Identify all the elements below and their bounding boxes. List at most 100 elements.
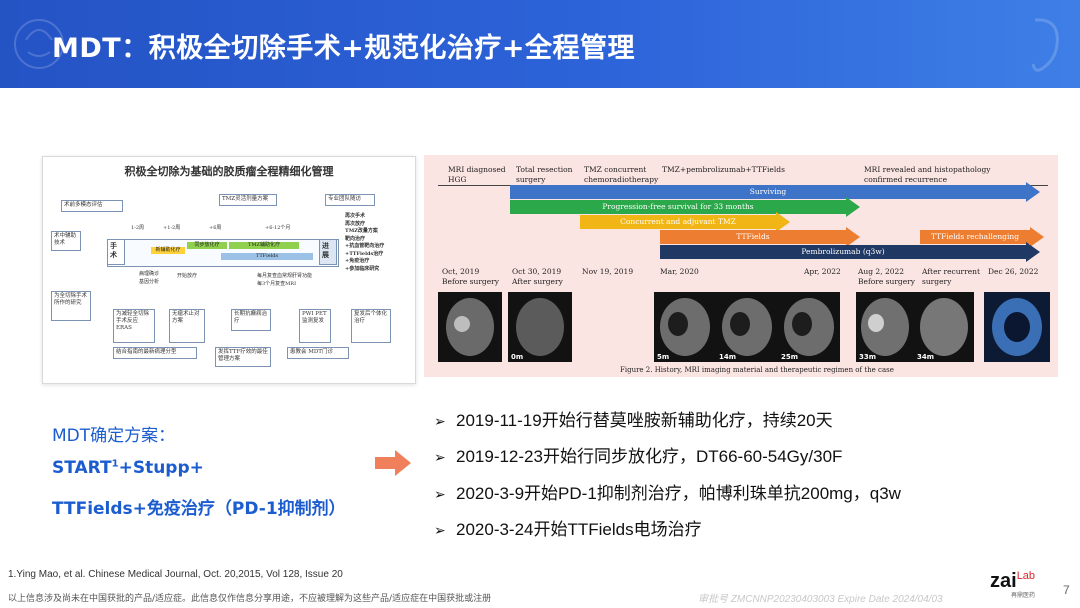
scan-label: 34m: [917, 353, 935, 361]
scan-label: 14m: [719, 353, 737, 361]
mdt-plan-line2: TTFields+免疫治疗（PD-1抑制剂）: [52, 499, 346, 519]
bar-pembrolizumab: Pembrolizumab (q3w): [660, 242, 1040, 262]
right-arrow-icon: [375, 450, 411, 476]
bar-ttfields: TTFields: [660, 227, 860, 247]
bar-pfs: Progression-free survival for 33 months: [510, 197, 860, 217]
plan-start: START: [52, 458, 112, 478]
timeline-4: +6-12个月: [265, 225, 291, 231]
reference-superscript: 1: [111, 458, 119, 470]
approval-number: 审批号 ZMCNNP20230403003 Expire Date 2024/0…: [698, 594, 943, 605]
bullet-item: ➢ 2019-11-19开始行替莫唑胺新辅助化疗，持续20天: [434, 406, 833, 431]
timeline-3: +6周: [209, 225, 222, 231]
bar-tmz: Concurrent and adjuvant TMZ: [580, 212, 790, 232]
option-item: +抗血管靶向治疗: [345, 243, 385, 249]
flowchart-title: 积极全切除为基础的胶质瘤全程精细化管理: [124, 165, 334, 178]
box-purpose: 为全切除手术所作的研究: [51, 291, 91, 321]
box-tmz: TMZ灵活剂量方案: [219, 194, 277, 206]
date-1: Oct, 2019 Before surgery: [442, 267, 499, 286]
label-tmz-concurrent: TMZ concurrent chemoradiotherapy: [584, 165, 659, 184]
box-no-tumor: 无瘤术止对方案: [169, 309, 205, 343]
date-4: Mar, 2020: [660, 267, 699, 276]
bullet-text: 2019-11-19开始行替莫唑胺新辅助化疗，持续20天: [456, 411, 833, 430]
note-pathology: 病理确诊 基因分析: [139, 271, 160, 285]
bullet-text: 2019-12-23开始行同步放化疗，DT66-60-54Gy/30F: [456, 447, 843, 466]
date-3: Nov 19, 2019: [582, 267, 634, 276]
box-anti-epilepsy: 长期抗癫痫治疗: [231, 309, 271, 331]
mri-scan: [984, 292, 1050, 362]
box-ttf-best: 发挥TTF疗效的最佳管理方案: [215, 347, 271, 367]
footer-reference: 1.Ying Mao, et al. Chinese Medical Journ…: [8, 569, 343, 580]
ear-icon: [1031, 18, 1059, 72]
date-5: Apr, 2022: [804, 267, 841, 276]
management-flowchart: 积极全切除为基础的胶质瘤全程精细化管理 术前多模态评估 术中辅助技术 为全切除手…: [42, 156, 416, 384]
mri-scan: 14m: [716, 292, 778, 362]
mri-scan: 33m: [856, 292, 914, 362]
bullet-item: ➢ 2019-12-23开始行同步放化疗，DT66-60-54Gy/30F: [434, 442, 842, 467]
figure-caption: Figure 2. History, MRI imaging material …: [620, 366, 894, 374]
mdt-heading: MDT确定方案：: [52, 426, 176, 446]
bar-ttfields-rechallenge: TTFields rechallenging: [920, 227, 1044, 247]
bullet-arrow-icon: ➢: [434, 522, 446, 538]
bar-neoadjuvant: 新辅助化疗: [151, 247, 185, 254]
box-pre-op: 术前多模态评估: [61, 200, 123, 212]
date-2: Oct 30, 2019 After surgery: [512, 267, 563, 286]
option-item: TMZ改量方案: [345, 228, 378, 234]
date-7: After recurrent surgery: [922, 267, 980, 286]
box-recur: 复发后个体化治疗: [351, 309, 391, 343]
scan-label: 5m: [657, 353, 670, 361]
option-item: 再次放疗: [345, 220, 366, 227]
label-mri-recurrence: MRI revealed and histopathology confirme…: [864, 165, 991, 184]
bar-tmz-adjuvant: TMZ辅助化疗: [229, 242, 299, 249]
box-progress: 进展: [319, 239, 337, 265]
bullet-text: 2020-3-24开始TTFields电场治疗: [456, 520, 702, 539]
mri-scan: 25m: [778, 292, 840, 362]
mri-scan: [438, 292, 502, 362]
bullet-arrow-icon: ➢: [434, 413, 446, 429]
option-item: +免疫治疗: [345, 258, 370, 264]
scan-label: 33m: [859, 353, 877, 361]
box-pwi: PWI PET监测复发: [299, 309, 331, 343]
label-tmz-pembro-ttf: TMZ+pembrolizumab+TTFields: [662, 165, 785, 174]
option-item: +参加临床研究: [345, 265, 380, 272]
box-pathology: 结合指南的最新病理分型: [113, 347, 197, 359]
footer-disclaimer: 以上信息涉及尚未在中国获批的产品/适应症。此信息仅作信息分享用途，不应被理解为这…: [8, 594, 492, 604]
recurrence-options: 再次手术 再次放疗 TMZ改量方案 靶向治疗 +抗血管靶向治疗 +TTField…: [345, 213, 384, 273]
bullet-text: 2020-3-9开始PD-1抑制剂治疗，帕博利珠单抗200mg，q3w: [456, 484, 901, 503]
box-surgery: 手术: [107, 239, 125, 265]
plan-stupp: +Stupp+: [118, 458, 204, 478]
bullet-item: ➢ 2020-3-9开始PD-1抑制剂治疗，帕博利珠单抗200mg，q3w: [434, 479, 901, 504]
mri-scan: 0m: [508, 292, 572, 362]
option-item: +TTFields治疗: [345, 250, 384, 257]
option-item: 再次手术: [345, 213, 366, 219]
label-total-resection: Total resection surgery: [516, 165, 573, 184]
zai-lab-logo: zaiLab 再鼎医药: [990, 570, 1035, 599]
mri-scan: 34m: [914, 292, 974, 362]
scan-label: 0m: [511, 353, 524, 361]
title-banner: MDT：积极全切除手术+规范化治疗+全程管理: [0, 0, 1080, 88]
date-8: Dec 26, 2022: [988, 267, 1039, 276]
bar-surviving: Surviving: [510, 182, 1040, 202]
option-item: 靶向治疗: [345, 235, 366, 242]
mdt-plan-line1: START1+Stupp+: [52, 458, 204, 478]
page-number: 7: [1063, 583, 1070, 597]
bar-concurrent: 同步放化疗: [187, 242, 227, 249]
label-mri-diagnosed: MRI diagnosed HGG: [448, 165, 506, 184]
timeline-2: +1-2周: [163, 225, 181, 231]
bullet-arrow-icon: ➢: [434, 449, 446, 465]
logo-main: zai: [990, 570, 1017, 592]
box-eras: 为减轻全切除手术反应ERAS: [113, 309, 155, 343]
box-team: 专业团队随访: [325, 194, 375, 206]
scan-label: 25m: [781, 353, 799, 361]
bullet-item: ➢ 2020-3-24开始TTFields电场治疗: [434, 515, 702, 540]
logo-sub: Lab: [1016, 570, 1036, 582]
date-6: Aug 2, 2022 Before surgery: [858, 267, 915, 286]
bullet-arrow-icon: ➢: [434, 486, 446, 502]
box-mdt-clinic: 患教会 MDT门诊: [287, 347, 349, 359]
note-start-radiation: 开始放疗: [177, 273, 198, 279]
note-followup: 每月复查血常规肝肾功能 每3个月复查MRI: [257, 273, 313, 287]
mri-scan: 5m: [654, 292, 716, 362]
box-intra-op: 术中辅助技术: [51, 231, 81, 251]
bar-ttfields: TTFields: [221, 253, 313, 260]
timeline-1: 1-2周: [131, 225, 145, 231]
page-title: MDT：积极全切除手术+规范化治疗+全程管理: [52, 33, 635, 64]
